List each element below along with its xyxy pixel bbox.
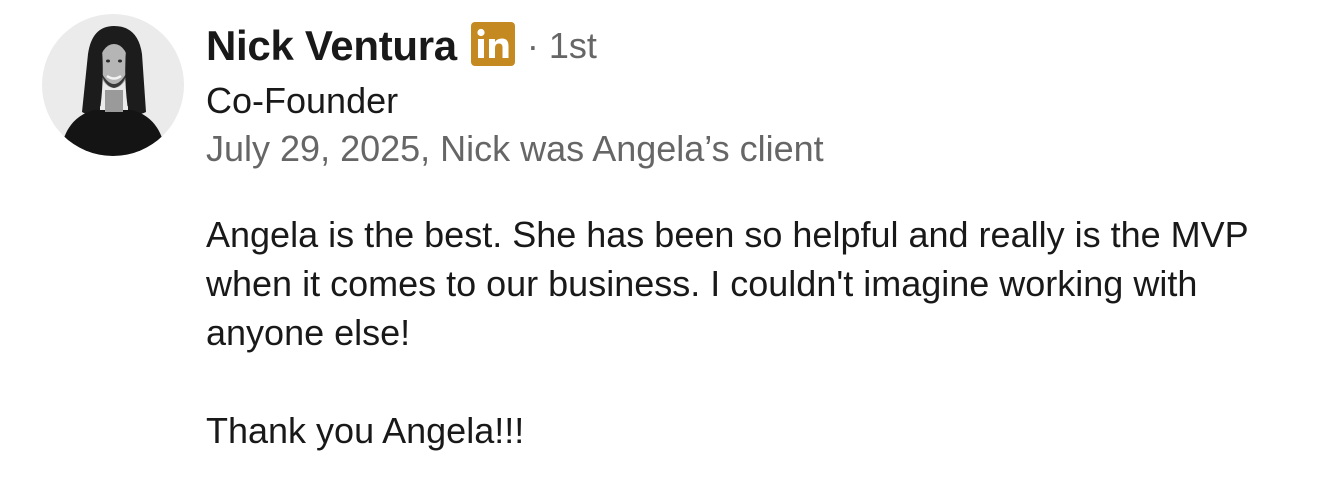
recommendation-paragraph: Thank you Angela!!!: [206, 410, 525, 451]
connection-degree: · 1st: [526, 25, 597, 66]
linkedin-icon: [470, 22, 515, 66]
recommendation-text: Angela is the best. She has been so help…: [206, 210, 1296, 455]
author-headline: Co-Founder: [206, 80, 399, 121]
recommendation-meta: July 29, 2025, Nick was Angela’s client: [206, 128, 824, 169]
avatar[interactable]: [42, 14, 184, 156]
recommendation-card: Nick Ventura · 1st Co-Founder July 29, 2…: [0, 0, 1320, 492]
name-row: Nick Ventura · 1st: [206, 16, 1300, 76]
author-name[interactable]: Nick Ventura: [206, 22, 457, 70]
recommendation-paragraph: Angela is the best. She has been so help…: [206, 214, 1248, 353]
profile-photo: [42, 14, 184, 156]
recommendation-content: Nick Ventura · 1st Co-Founder July 29, 2…: [206, 16, 1300, 455]
